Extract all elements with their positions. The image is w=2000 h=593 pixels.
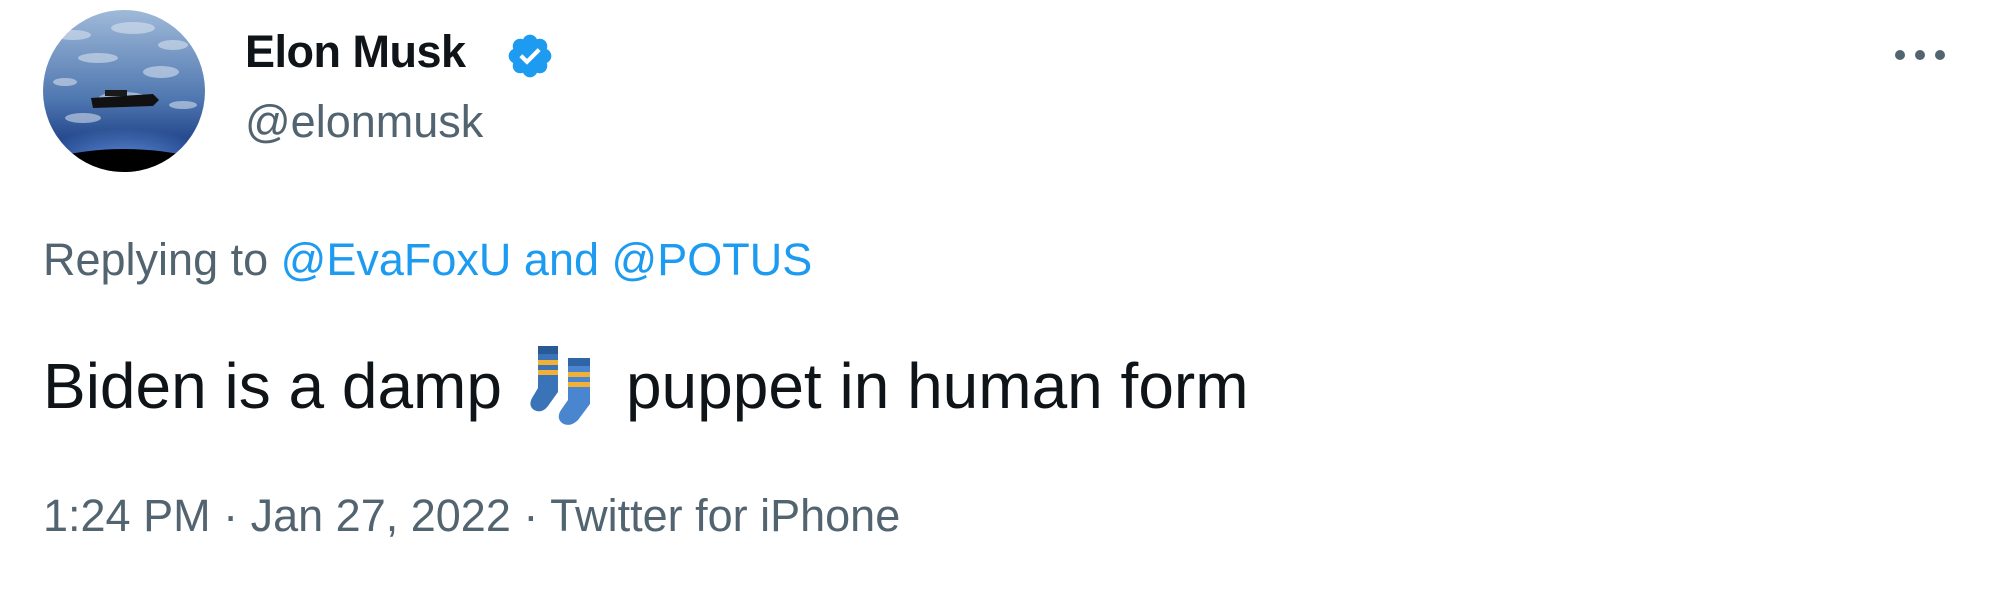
avatar[interactable]: [43, 10, 205, 172]
reply-joiner: and: [523, 234, 600, 285]
meta-separator: ·: [223, 490, 239, 541]
tweet-text-after: puppet in human form: [625, 350, 1249, 422]
tweet-time[interactable]: 1:24 PM: [43, 490, 211, 541]
verified-badge-icon: [508, 34, 552, 78]
user-handle[interactable]: @elonmusk: [245, 94, 483, 149]
tweet-text-before: Biden is a damp: [43, 350, 502, 422]
tweet-text: Biden is a damp puppet in human form: [43, 344, 1249, 428]
tweet-date[interactable]: Jan 27, 2022: [251, 490, 511, 541]
tweet-source[interactable]: Twitter for iPhone: [550, 490, 900, 541]
tweet-card: Elon Musk @elonmusk Replying to @EvaFoxU…: [0, 0, 2000, 593]
replying-to-label: Replying to: [43, 234, 269, 285]
display-name[interactable]: Elon Musk: [245, 24, 466, 79]
avatar-image: [43, 10, 205, 172]
mention-link-potus[interactable]: @POTUS: [612, 234, 813, 285]
meta-separator: ·: [523, 490, 539, 541]
tweet-metadata: 1:24 PM · Jan 27, 2022 · Twitter for iPh…: [43, 488, 900, 543]
socks-emoji-icon: [530, 346, 590, 425]
replying-to-line: Replying to @EvaFoxU and @POTUS: [43, 232, 812, 287]
more-options-icon[interactable]: [1880, 30, 1960, 80]
mention-link-evafoxu[interactable]: @EvaFoxU: [281, 234, 512, 285]
